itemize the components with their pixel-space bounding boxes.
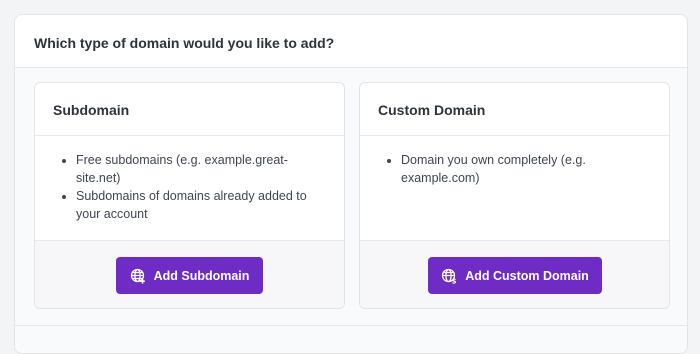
page-title: Which type of domain would you like to a… (15, 15, 687, 68)
custom-domain-card: Custom Domain Domain you own completely … (359, 82, 670, 309)
add-subdomain-label: Add Subdomain (153, 268, 250, 283)
svg-text:$: $ (452, 277, 457, 283)
domain-options: Subdomain Free subdomains (e.g. example.… (15, 68, 687, 326)
list-item: Subdomains of domains already added to y… (76, 187, 326, 223)
subdomain-card: Subdomain Free subdomains (e.g. example.… (34, 82, 345, 309)
subdomain-feature-list: Free subdomains (e.g. example.great-site… (35, 136, 344, 240)
globe-dollar-icon: $ (441, 268, 457, 284)
globe-plus-icon (130, 268, 146, 284)
add-subdomain-button[interactable]: Add Subdomain (116, 257, 263, 294)
custom-domain-card-title: Custom Domain (360, 83, 669, 136)
custom-domain-card-footer: $ Add Custom Domain (360, 240, 669, 308)
subdomain-card-footer: Add Subdomain (35, 240, 344, 308)
subdomain-card-title: Subdomain (35, 83, 344, 136)
domain-type-panel: Which type of domain would you like to a… (14, 14, 688, 354)
add-custom-domain-label: Add Custom Domain (465, 268, 589, 283)
list-item: Free subdomains (e.g. example.great-site… (76, 151, 326, 187)
add-custom-domain-button[interactable]: $ Add Custom Domain (428, 257, 602, 294)
list-item: Domain you own completely (e.g. example.… (401, 151, 651, 187)
custom-domain-feature-list: Domain you own completely (e.g. example.… (360, 136, 669, 240)
